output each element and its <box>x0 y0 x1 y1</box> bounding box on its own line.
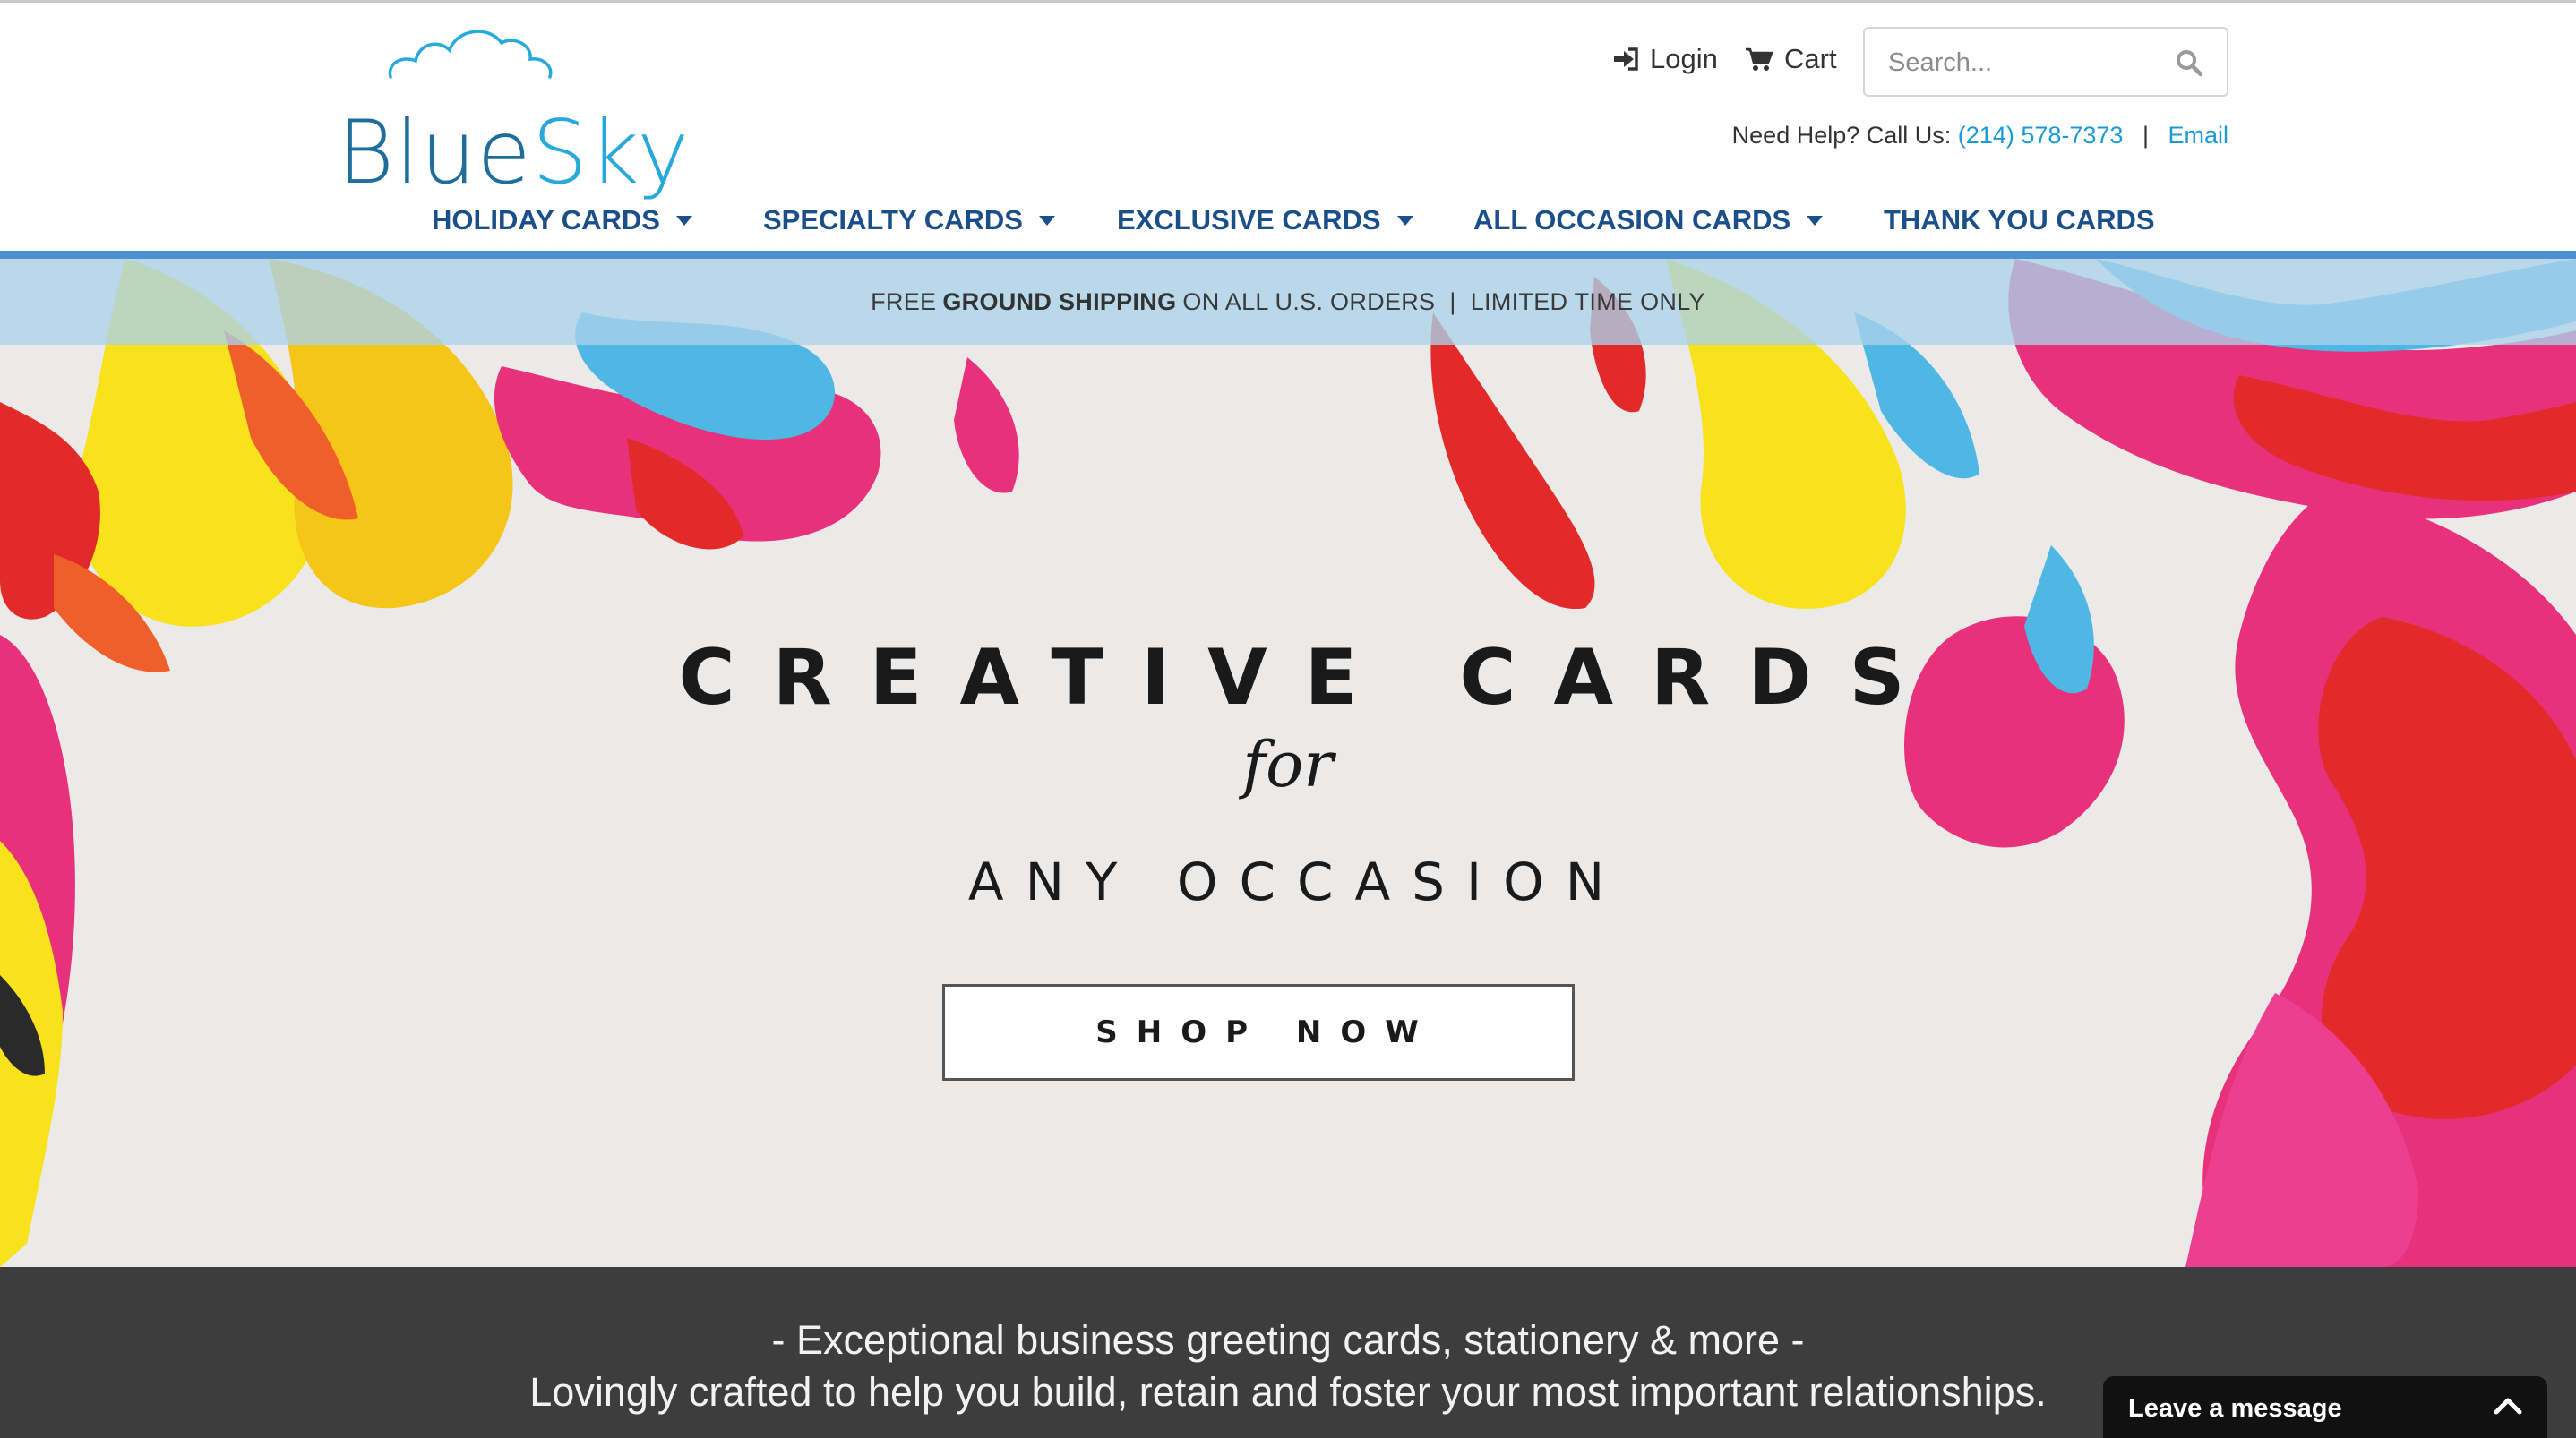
free-shipping-banner[interactable]: FREE GROUND SHIPPING ON ALL U.S. ORDERS … <box>0 259 2576 345</box>
nav-underline-bar <box>0 251 2576 259</box>
promo-free: FREE <box>871 287 937 315</box>
nav-label: HOLIDAY CARDS <box>432 204 660 235</box>
nav-holiday-cards[interactable]: HOLIDAY CARDS <box>432 204 692 236</box>
shop-now-button[interactable]: SHOP NOW <box>942 984 1575 1081</box>
tagline-line-1: - Exceptional business greeting cards, s… <box>771 1317 1805 1363</box>
logo-part-sky: Sky <box>531 102 691 204</box>
phone-link[interactable]: (214) 578-7373 <box>1958 122 2124 149</box>
promo-limited: LIMITED TIME ONLY <box>1470 287 1705 315</box>
sign-in-icon <box>1614 47 1638 71</box>
caret-down-icon <box>1396 215 1413 226</box>
help-separator: | <box>2142 122 2149 149</box>
logo-wordmark: BlueSky <box>337 102 690 204</box>
nav-all-occasion-cards[interactable]: ALL OCCASION CARDS <box>1473 204 1824 236</box>
hero-title: CREATIVE CARDS <box>678 633 1943 723</box>
nav-label: SPECIALTY CARDS <box>763 204 1023 235</box>
hero-subtitle: ANY OCCASION <box>967 852 1627 912</box>
cart-link[interactable]: Cart <box>1745 39 1837 79</box>
logo-part-blue: Blue <box>337 102 532 204</box>
promo-separator: | <box>1449 287 1456 315</box>
search-input[interactable] <box>1888 45 2157 81</box>
promo-rest: ON ALL U.S. ORDERS <box>1182 287 1436 315</box>
hero-for-script: for <box>1242 728 1334 801</box>
help-line: Need Help? Call Us: (214) 578-7373 | Ema… <box>1732 122 2228 150</box>
nav-exclusive-cards[interactable]: EXCLUSIVE CARDS <box>1117 204 1413 236</box>
cloud-icon <box>388 30 553 79</box>
cart-icon <box>1746 47 1773 71</box>
nav-label: ALL OCCASION CARDS <box>1473 204 1791 235</box>
hero-banner: FREE GROUND SHIPPING ON ALL U.S. ORDERS … <box>0 259 2576 1267</box>
bluesky-logo[interactable]: BlueSky <box>337 23 695 204</box>
login-link[interactable]: Login <box>1612 39 1718 79</box>
caret-down-icon <box>675 215 692 226</box>
top-border <box>0 0 2576 3</box>
chevron-up-icon[interactable] <box>2494 1396 2522 1416</box>
help-prefix: Need Help? Call Us: <box>1731 122 1952 149</box>
promo-ground-shipping: GROUND SHIPPING <box>942 287 1177 315</box>
search-box[interactable] <box>1863 27 2228 97</box>
nav-label: EXCLUSIVE CARDS <box>1117 204 1381 235</box>
leave-message-chat-widget[interactable]: Leave a message <box>2103 1376 2547 1438</box>
cart-label: Cart <box>1784 43 1837 74</box>
nav-thank-you-cards[interactable]: THANK YOU CARDS <box>1884 204 2155 236</box>
nav-label: THANK YOU CARDS <box>1884 204 2155 235</box>
caret-down-icon <box>1038 215 1055 226</box>
caret-down-icon <box>1807 215 1824 226</box>
main-nav: HOLIDAY CARDS SPECIALTY CARDS EXCLUSIVE … <box>0 197 2576 256</box>
search-icon[interactable] <box>2175 48 2203 77</box>
chat-label: Leave a message <box>2128 1393 2342 1423</box>
email-link[interactable]: Email <box>2168 122 2228 149</box>
login-label: Login <box>1650 43 1718 74</box>
nav-specialty-cards[interactable]: SPECIALTY CARDS <box>763 204 1055 236</box>
